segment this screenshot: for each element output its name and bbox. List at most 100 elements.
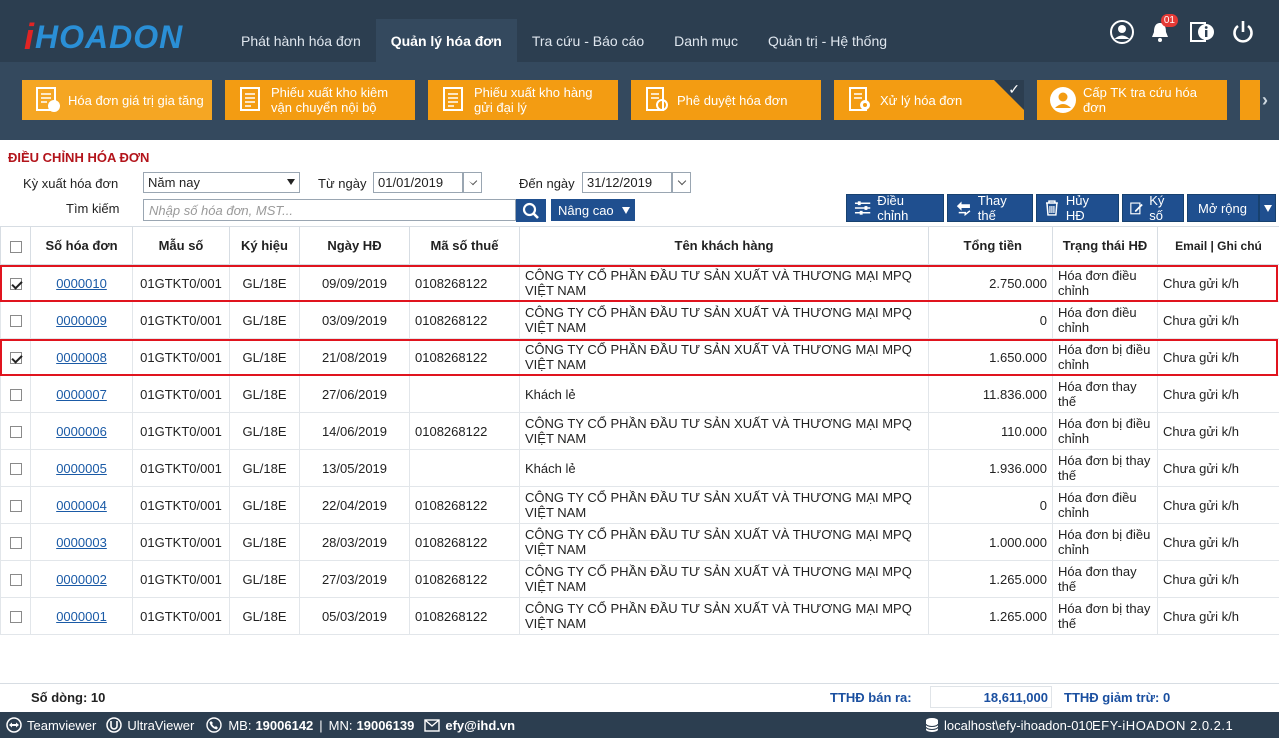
tile-lookup-account[interactable]: Cấp TK tra cứu hóa đơn	[1037, 80, 1227, 120]
row-select-cell[interactable]	[0, 412, 31, 450]
table-row[interactable]: 0000002 01GTKT0/001 GL/18E 27/03/2019 010826…	[0, 560, 1279, 598]
invoice-no-link[interactable]: 0000008	[56, 350, 107, 365]
teamviewer-link[interactable]: Teamviewer	[6, 717, 96, 733]
table-row[interactable]: 0000009 01GTKT0/001 GL/18E 03/09/2019 010826…	[0, 301, 1279, 339]
invoice-no-link[interactable]: 0000003	[56, 535, 107, 550]
app-logo[interactable]: i HOADON	[24, 16, 183, 57]
period-select[interactable]: Năm nay	[143, 172, 300, 193]
invoice-no-link[interactable]: 0000004	[56, 498, 107, 513]
row-select-cell[interactable]	[0, 597, 31, 635]
tile-next-partial[interactable]	[1240, 80, 1260, 120]
search-input[interactable]	[143, 199, 516, 221]
tile-internal-transfer[interactable]: Phiếu xuất kho kiêm vận chuyển nội bộ	[225, 80, 415, 120]
to-date-label: Đến ngày	[519, 176, 575, 191]
row-checkbox[interactable]	[9, 426, 22, 439]
power-icon[interactable]	[1229, 18, 1257, 46]
bell-icon[interactable]: 01	[1146, 14, 1178, 46]
from-date-picker-button[interactable]	[463, 172, 482, 193]
sign-icon	[1130, 202, 1143, 215]
table-row[interactable]: 0000006 01GTKT0/001 GL/18E 14/06/2019 010826…	[0, 412, 1279, 450]
search-button[interactable]	[516, 199, 546, 222]
info-icon[interactable]	[1188, 18, 1216, 46]
table-row[interactable]: 0000004 01GTKT0/001 GL/18E 22/04/2019 010826…	[0, 486, 1279, 524]
invoice-no-link[interactable]: 0000001	[56, 609, 107, 624]
checkmark-icon: ✓	[1008, 81, 1020, 97]
invoice-no-cell: 0000008	[30, 338, 133, 376]
row-select-cell[interactable]	[0, 523, 31, 561]
table-row[interactable]: 0000007 01GTKT0/001 GL/18E 27/06/2019 Khách …	[0, 375, 1279, 413]
col-total[interactable]: Tổng tiền	[928, 226, 1053, 265]
row-select-cell[interactable]	[0, 301, 31, 339]
row-checkbox[interactable]	[9, 463, 22, 476]
support-email[interactable]: efy@ihd.vn	[424, 718, 515, 733]
customer-cell: CÔNG TY CỔ PHẦN ĐẦU TƯ SẢN XUẤT VÀ THƯƠN…	[519, 264, 929, 302]
tax-code-cell: 0108268122	[409, 301, 520, 339]
row-select-cell[interactable]	[0, 375, 31, 413]
row-checkbox[interactable]	[9, 352, 22, 365]
replace-button[interactable]: Thay thế	[947, 193, 1033, 223]
col-email-note[interactable]: Email | Ghi chú	[1157, 226, 1279, 265]
row-select-cell[interactable]	[0, 449, 31, 487]
tile-agent-delivery[interactable]: Phiếu xuất kho hàng gửi đại lý	[428, 80, 618, 120]
menu-danh-muc[interactable]: Danh mục	[659, 19, 753, 62]
table-row[interactable]: 0000003 01GTKT0/001 GL/18E 28/03/2019 010826…	[0, 523, 1279, 561]
invoice-no-link[interactable]: 0000002	[56, 572, 107, 587]
row-select-cell[interactable]	[0, 560, 31, 598]
symbol-cell: GL/18E	[229, 301, 300, 339]
menu-quan-tri[interactable]: Quản trị - Hệ thống	[753, 19, 902, 62]
menu-phat-hanh[interactable]: Phát hành hóa đơn	[226, 19, 376, 62]
table-row[interactable]: 0000005 01GTKT0/001 GL/18E 13/05/2019 Khách …	[0, 449, 1279, 487]
tile-label: Phê duyệt hóa đơn	[677, 92, 788, 108]
row-checkbox[interactable]	[9, 389, 22, 402]
col-invoice-no[interactable]: Số hóa đơn	[30, 226, 133, 265]
form-cell: 01GTKT0/001	[132, 412, 230, 450]
user-icon[interactable]	[1108, 18, 1136, 46]
col-customer[interactable]: Tên khách hàng	[519, 226, 929, 265]
row-select-cell[interactable]	[0, 264, 31, 302]
col-status[interactable]: Trạng thái HĐ	[1052, 226, 1158, 265]
row-checkbox[interactable]	[9, 278, 22, 291]
row-checkbox[interactable]	[9, 537, 22, 550]
row-select-cell[interactable]	[0, 338, 31, 376]
customer-cell: CÔNG TY CỔ PHẦN ĐẦU TƯ SẢN XUẤT VÀ THƯƠN…	[519, 597, 929, 635]
menu-quan-ly[interactable]: Quản lý hóa đơn	[375, 19, 517, 62]
digital-sign-button[interactable]: Ký số	[1122, 193, 1184, 223]
to-date-input[interactable]: 31/12/2019	[582, 172, 672, 193]
expand-dropdown-button[interactable]	[1259, 194, 1276, 222]
invoice-no-cell: 0000007	[30, 375, 133, 413]
menu-tra-cuu[interactable]: Tra cứu - Báo cáo	[517, 19, 659, 62]
select-all-cell[interactable]	[0, 226, 31, 265]
total-cell: 0	[928, 486, 1053, 524]
invoice-no-link[interactable]: 0000009	[56, 313, 107, 328]
col-form[interactable]: Mẫu số	[132, 226, 230, 265]
invoice-no-link[interactable]: 0000005	[56, 461, 107, 476]
adjust-button[interactable]: Điều chỉnh	[846, 193, 944, 223]
row-checkbox[interactable]	[9, 574, 22, 587]
invoice-no-link[interactable]: 0000007	[56, 387, 107, 402]
col-tax-code[interactable]: Mã số thuế	[409, 226, 520, 265]
cancel-invoice-button[interactable]: Hủy HĐ	[1036, 193, 1119, 223]
row-select-cell[interactable]	[0, 486, 31, 524]
ultraviewer-link[interactable]: UltraViewer	[106, 717, 194, 733]
col-date[interactable]: Ngày HĐ	[299, 226, 410, 265]
tile-vat-invoice[interactable]: Hóa đơn giá trị gia tăng	[22, 80, 212, 120]
warehouse-slip-icon	[237, 86, 265, 114]
advanced-search-button[interactable]: Nâng cao	[551, 199, 635, 221]
to-date-picker-button[interactable]	[672, 172, 691, 193]
col-symbol[interactable]: Ký hiệu	[229, 226, 300, 265]
tile-approve-invoice[interactable]: Phê duyệt hóa đơn	[631, 80, 821, 120]
chevron-right-icon[interactable]: ›	[1262, 90, 1268, 111]
from-date-input[interactable]: 01/01/2019	[373, 172, 463, 193]
expand-button[interactable]: Mở rộng	[1187, 194, 1259, 222]
table-row[interactable]: 0000001 01GTKT0/001 GL/18E 05/03/2019 010826…	[0, 597, 1279, 635]
invoice-no-link[interactable]: 0000006	[56, 424, 107, 439]
table-row[interactable]: 0000010 01GTKT0/001 GL/18E 09/09/2019 010826…	[0, 264, 1279, 302]
row-checkbox[interactable]	[9, 500, 22, 513]
row-checkbox[interactable]	[9, 611, 22, 624]
select-all-checkbox[interactable]	[9, 240, 22, 253]
app-window: i HOADON Phát hành hóa đơn Quản lý hóa đơ…	[0, 0, 1279, 738]
invoice-no-link[interactable]: 0000010	[56, 276, 107, 291]
row-checkbox[interactable]	[9, 315, 22, 328]
tile-process-invoice[interactable]: Xử lý hóa đơn ✓	[834, 80, 1024, 120]
table-row[interactable]: 0000008 01GTKT0/001 GL/18E 21/08/2019 010826…	[0, 338, 1279, 376]
